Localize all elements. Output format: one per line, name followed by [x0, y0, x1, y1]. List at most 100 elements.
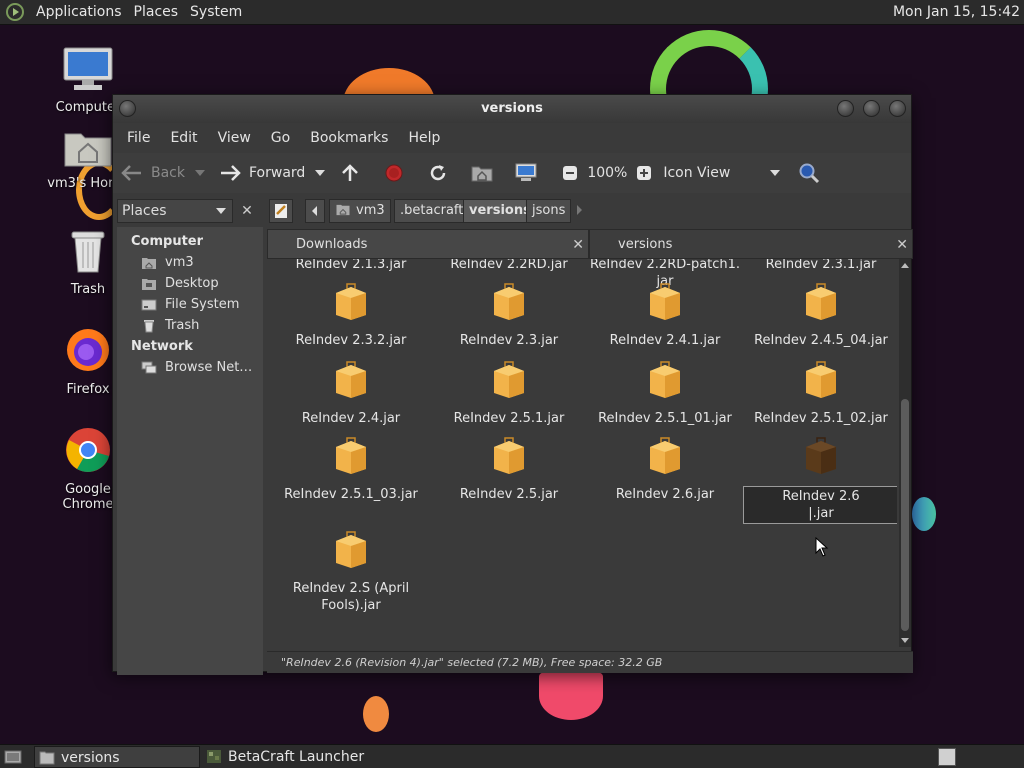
chevron-left-icon	[312, 206, 317, 216]
distro-logo-icon[interactable]	[6, 3, 24, 21]
file-name: ReIndev 2.5.1_02.jar	[754, 411, 888, 426]
maximize-button[interactable]	[863, 100, 880, 117]
back-button[interactable]: Back	[121, 162, 205, 184]
vertical-scrollbar[interactable]	[899, 259, 911, 647]
show-desktop-icon[interactable]	[4, 749, 22, 765]
file-item[interactable]: ReIndev 2.3.jar	[431, 281, 587, 349]
jar-package-icon	[494, 361, 524, 398]
menu-file[interactable]: File	[117, 130, 160, 146]
sidebar-type-select[interactable]: Places	[117, 199, 233, 223]
tab-close-button[interactable]: ✕	[572, 230, 584, 260]
window-titlebar[interactable]: versions	[113, 95, 911, 123]
file-name: ReIndev 2.1.3.jar	[295, 259, 407, 272]
breadcrumb-vm3[interactable]: vm3	[329, 199, 391, 223]
home-icon	[142, 257, 156, 269]
wallpaper-blob	[363, 696, 389, 732]
zoom-level[interactable]: 100%	[587, 165, 627, 181]
clock[interactable]: Mon Jan 15, 15:42	[893, 4, 1020, 20]
rename-field[interactable]: ReIndev 2.6 |.jar	[743, 486, 897, 524]
home-button[interactable]	[471, 162, 501, 184]
location-edit-toggle[interactable]	[269, 199, 293, 223]
file-name: ReIndev 2.S (April Fools).jar	[292, 581, 410, 613]
workspace-switcher[interactable]	[938, 748, 956, 766]
chevron-down-icon	[770, 170, 781, 176]
stop-icon	[383, 162, 405, 184]
minimize-button[interactable]	[837, 100, 854, 117]
file-name: ReIndev 2.3.jar	[459, 333, 559, 348]
scroll-up-arrow[interactable]	[901, 263, 909, 268]
home-icon	[336, 204, 350, 216]
tab-downloads[interactable]: Downloads ✕	[267, 229, 589, 259]
window-menu-button[interactable]	[119, 100, 136, 117]
search-button[interactable]	[798, 162, 828, 184]
sidebar-close-button[interactable]: ✕	[237, 201, 257, 221]
scroll-down-arrow[interactable]	[901, 638, 909, 643]
file-item[interactable]: ReIndev 2.4.jar	[273, 359, 429, 427]
breadcrumb-scroll-left[interactable]	[305, 199, 325, 223]
applications-menu[interactable]: Applications	[30, 4, 128, 20]
sidebar-item-label: vm3	[165, 255, 194, 270]
stop-button[interactable]	[383, 162, 413, 184]
file-item[interactable]: ReIndev 2.S (April Fools).jar	[273, 529, 429, 614]
file-item[interactable]: ReIndev 2.3.2.jar	[273, 281, 429, 349]
file-item[interactable]: ReIndev 2.3.1.jar	[743, 259, 897, 273]
sidebar-item-desktop[interactable]: Desktop	[117, 273, 263, 294]
tab-versions[interactable]: versions ✕	[589, 229, 913, 259]
system-menu[interactable]: System	[184, 4, 248, 20]
file-item[interactable]: ReIndev 2.6 |.jar	[743, 435, 897, 524]
up-button[interactable]	[339, 162, 369, 184]
menu-view[interactable]: View	[208, 130, 261, 146]
file-item[interactable]: ReIndev 2.4.5_04.jar	[743, 281, 897, 349]
taskbar-item-versions[interactable]: versions	[34, 746, 200, 768]
scrollbar-thumb[interactable]	[901, 399, 909, 631]
sidebar-heading-computer: Computer	[131, 234, 204, 249]
places-menu[interactable]: Places	[128, 4, 185, 20]
jar-package-icon	[650, 437, 680, 474]
file-item[interactable]: ReIndev 2.5.1_03.jar	[273, 435, 429, 503]
file-name: ReIndev 2.5.1_01.jar	[598, 411, 732, 426]
taskbar-item-label: BetaCraft Launcher …	[228, 749, 365, 765]
back-label: Back	[151, 165, 185, 181]
tab-close-button[interactable]: ✕	[896, 230, 908, 260]
sidebar-item-browse-network[interactable]: Browse Net…	[117, 357, 263, 378]
file-item[interactable]: ReIndev 2.5.1_02.jar	[743, 359, 897, 427]
sidebar-item-trash[interactable]: Trash	[117, 315, 263, 336]
file-name: ReIndev 2.6.jar	[615, 487, 715, 502]
file-item[interactable]: ReIndev 2.1.3.jar	[273, 259, 429, 273]
trash-icon	[71, 231, 105, 273]
sidebar-item-vm3[interactable]: vm3	[117, 252, 263, 273]
file-name: ReIndev 2.5.1.jar	[453, 411, 565, 426]
forward-history-dropdown[interactable]	[315, 170, 326, 176]
tab-bar: Downloads ✕ versions ✕	[267, 229, 913, 259]
menu-go[interactable]: Go	[261, 130, 300, 146]
menu-bookmarks[interactable]: Bookmarks	[300, 130, 398, 146]
file-item[interactable]: ReIndev 2.5.1.jar	[431, 359, 587, 427]
places-list: Computer vm3 Desktop File System Trash N…	[117, 227, 263, 675]
back-history-dropdown[interactable]	[195, 170, 205, 176]
sidebar-heading-network: Network	[131, 339, 193, 354]
menu-help[interactable]: Help	[398, 130, 450, 146]
computer-button[interactable]	[515, 162, 545, 184]
up-arrow-icon	[339, 162, 361, 184]
zoom-out-icon	[559, 162, 581, 184]
zoom-in-button[interactable]	[633, 162, 655, 184]
breadcrumb-betacraft[interactable]: .betacraft	[394, 199, 470, 223]
menu-edit[interactable]: Edit	[160, 130, 207, 146]
sidebar-item-file-system[interactable]: File System	[117, 294, 263, 315]
file-name: ReIndev 2.4.5_04.jar	[754, 333, 888, 348]
forward-button[interactable]: Forward	[219, 162, 326, 184]
file-item[interactable]: ReIndev 2.5.1_01.jar	[587, 359, 743, 427]
file-item[interactable]: ReIndev 2.5.jar	[431, 435, 587, 503]
file-item[interactable]: ReIndev 2.2RD.jar	[431, 259, 587, 273]
view-mode-select[interactable]: Icon View	[663, 165, 781, 181]
breadcrumb-jsons[interactable]: jsons	[526, 199, 572, 223]
breadcrumb-scroll-right[interactable]	[570, 199, 590, 223]
file-item[interactable]: ReIndev 2.4.1.jar	[587, 281, 743, 349]
close-button[interactable]	[889, 100, 906, 117]
reload-icon	[427, 162, 449, 184]
taskbar-item-betacraft[interactable]: BetaCraft Launcher …	[202, 746, 372, 768]
reload-button[interactable]	[427, 162, 457, 184]
file-item[interactable]: ReIndev 2.6.jar	[587, 435, 743, 503]
file-icon-view[interactable]: ReIndev 2.1.3.jar ReIndev 2.2RD.jar ReInde…	[267, 259, 897, 647]
zoom-out-button[interactable]	[559, 162, 581, 184]
